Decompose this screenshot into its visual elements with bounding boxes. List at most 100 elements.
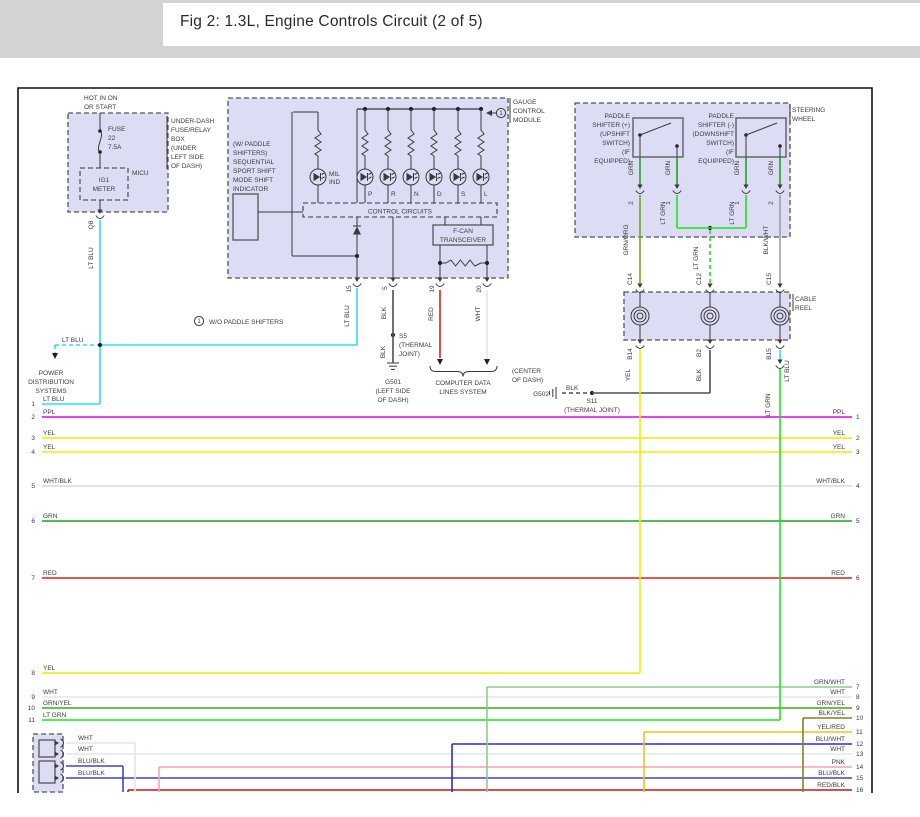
label-g501: G501 bbox=[385, 379, 401, 386]
label-blu-blk: BLU/BLK bbox=[818, 770, 845, 777]
label-w-o-paddle-shifters: W/O PADDLE SHIFTERS bbox=[209, 319, 284, 326]
label-equipped-: EQUIPPED) bbox=[594, 158, 630, 165]
label--if: (IF bbox=[622, 149, 630, 156]
label-12: 12 bbox=[856, 741, 864, 748]
label-22: 22 bbox=[108, 135, 116, 142]
label-wht: WHT bbox=[830, 689, 845, 696]
label-1: 1 bbox=[856, 414, 860, 421]
label--left-side: (LEFT SIDE bbox=[376, 388, 412, 395]
connector-arrow-icon bbox=[437, 278, 442, 283]
connector-cup-icon bbox=[96, 216, 104, 219]
label-20: 20 bbox=[476, 285, 483, 293]
label-left-side: LEFT SIDE bbox=[171, 154, 204, 161]
label-shifter-: SHIFTER (+) bbox=[592, 122, 630, 129]
label-1: 1 bbox=[197, 319, 201, 325]
label-ind: IND bbox=[329, 179, 341, 186]
connector-arrow-icon bbox=[390, 278, 395, 283]
label-10: 10 bbox=[28, 705, 36, 712]
bottom-connector-inner2 bbox=[39, 761, 55, 783]
label-19: 19 bbox=[429, 285, 436, 293]
label-s5: S5 bbox=[399, 333, 407, 340]
label-lt-grn: LT GRN bbox=[660, 201, 667, 225]
label-s11: S11 bbox=[586, 398, 597, 405]
connector-cup-icon bbox=[776, 366, 784, 369]
label-blk-yel: BLK/YEL bbox=[819, 710, 846, 717]
paddle-downshift-switch-box bbox=[736, 118, 786, 157]
connector-cup-icon bbox=[436, 284, 444, 287]
label-yel: YEL bbox=[43, 444, 56, 451]
label-lt-blu: LT BLU bbox=[784, 360, 791, 382]
arrow-down-icon bbox=[484, 359, 490, 365]
connector-arrow-icon bbox=[637, 340, 642, 345]
label--downshift: (DOWNSHIFT bbox=[692, 131, 734, 138]
label-paddle: PADDLE bbox=[604, 113, 630, 120]
gauge-control-module-box bbox=[228, 98, 508, 278]
label-q8: Q8 bbox=[88, 220, 95, 229]
junction-dot bbox=[485, 261, 489, 265]
label-b2: B2 bbox=[696, 349, 703, 357]
label-g502: G502 bbox=[533, 391, 549, 398]
label-5: 5 bbox=[31, 483, 35, 490]
wiring-schematic: HOT IN ONOR STARTFUSE227.5AMICUIG1METERU… bbox=[0, 0, 920, 817]
label-blu-blk: BLU/BLK bbox=[78, 770, 105, 777]
wiring-diagram-page: Fig 2: 1.3L, Engine Controls Circuit (2 … bbox=[0, 0, 920, 817]
connector-arrow-icon bbox=[354, 278, 359, 283]
label-16: 16 bbox=[856, 787, 864, 794]
label-blk: BLK bbox=[381, 306, 388, 319]
label-lt-grn: LT GRN bbox=[43, 712, 67, 719]
junction-dot bbox=[438, 261, 442, 265]
label-distribution: DISTRIBUTION bbox=[28, 379, 74, 386]
label-8: 8 bbox=[31, 670, 35, 677]
label-d: D bbox=[437, 191, 442, 198]
connector-cup-icon bbox=[776, 346, 784, 349]
label-sport-shift: SPORT SHIFT bbox=[233, 168, 276, 175]
connector-arrow-icon bbox=[637, 284, 642, 289]
junction-dot bbox=[98, 343, 102, 347]
ig1-meter-box bbox=[80, 168, 128, 200]
label--center: (CENTER bbox=[512, 368, 541, 375]
label-cable: CABLE bbox=[795, 296, 817, 303]
label-mode-shift: MODE SHIFT bbox=[233, 177, 273, 184]
label-r: R bbox=[391, 191, 396, 198]
label-11: 11 bbox=[856, 729, 863, 736]
label-8: 8 bbox=[856, 694, 860, 701]
label-2: 2 bbox=[31, 414, 35, 421]
label-grn-wht: GRN/WHT bbox=[814, 679, 845, 686]
label-ppl: PPL bbox=[833, 409, 846, 416]
label-lt-blu: LT BLU bbox=[88, 247, 95, 269]
label-2: 2 bbox=[628, 201, 635, 205]
label-pnk: PNK bbox=[832, 759, 846, 766]
label-blk-wht: BLK/WHT bbox=[763, 226, 770, 255]
bottom-connector-inner1 bbox=[39, 740, 55, 757]
connector-cup-icon bbox=[706, 346, 714, 349]
label-switch-: SWITCH) bbox=[602, 140, 630, 147]
label-red: RED bbox=[428, 307, 435, 321]
label-15: 15 bbox=[856, 775, 864, 782]
label-grn: GRN bbox=[831, 513, 846, 520]
label-yel: YEL bbox=[833, 444, 846, 451]
label-2: 2 bbox=[768, 201, 775, 205]
label-lt-grn: LT GRN bbox=[729, 201, 736, 225]
label-grn-yel: GRN/YEL bbox=[43, 700, 72, 707]
junction-dot bbox=[355, 254, 359, 258]
label--w-paddle: (W/ PADDLE bbox=[233, 141, 271, 148]
label-red: RED bbox=[43, 570, 57, 577]
label-meter: METER bbox=[93, 186, 116, 193]
label-p: P bbox=[368, 191, 372, 198]
label-shifter-: SHIFTER (-) bbox=[698, 122, 734, 129]
label-fuse-relay: FUSE/RELAY bbox=[171, 127, 212, 134]
label-hot-in-on: HOT IN ON bbox=[84, 95, 118, 102]
connector-cup-icon bbox=[389, 284, 397, 287]
label-grn-yel: GRN/YEL bbox=[816, 700, 845, 707]
label-computer-data: COMPUTER DATA bbox=[435, 380, 491, 387]
label-yel: YEL bbox=[625, 368, 632, 381]
label-9: 9 bbox=[31, 694, 35, 701]
label-yel: YEL bbox=[833, 430, 846, 437]
label-switch-: SWITCH) bbox=[706, 140, 734, 147]
label-f-can: F-CAN bbox=[453, 228, 473, 235]
connector-arrow-icon bbox=[777, 340, 782, 345]
connector-cup-icon bbox=[483, 284, 491, 287]
connector-arrow-icon bbox=[777, 284, 782, 289]
connector-cup-icon bbox=[353, 284, 361, 287]
label-13: 13 bbox=[856, 751, 864, 758]
